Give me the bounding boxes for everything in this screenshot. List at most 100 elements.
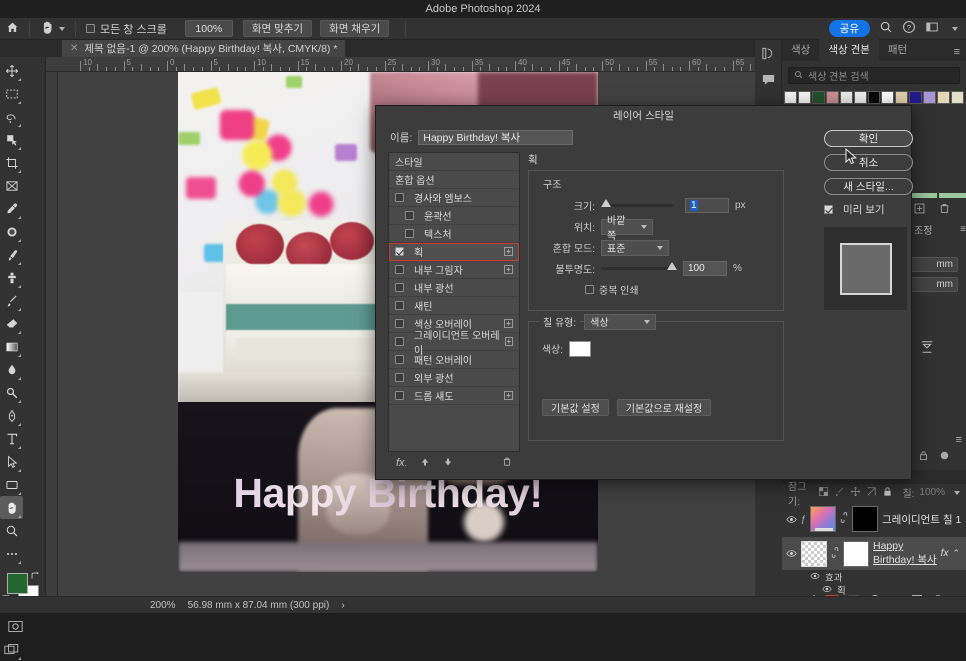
edit-toolbar-icon[interactable] — [0, 542, 23, 565]
fill-screen-button[interactable]: 화면 채우기 — [320, 20, 390, 37]
overprint-checkbox[interactable] — [585, 285, 594, 294]
effects-list[interactable]: 스타일 혼합 옵션 경사와 엠보스 윤곽선 텍스처 획 + 내부 그림자 + 내부 광선 새틴 색상 … — [388, 152, 520, 452]
new-style-button[interactable]: 새 스타일... — [824, 178, 913, 195]
effect-list-item[interactable]: 내부 그림자 + — [389, 261, 519, 279]
lasso-tool-icon[interactable] — [0, 105, 23, 128]
scroll-all-windows-checkbox[interactable]: 모든 창 스크롤 — [80, 18, 173, 40]
zoom-level-input[interactable]: 100% — [184, 20, 233, 37]
eye-icon[interactable] — [810, 571, 821, 582]
eyedropper-tool-icon[interactable] — [0, 197, 23, 220]
crop-tool-icon[interactable] — [0, 151, 23, 174]
move-down-icon[interactable] — [443, 457, 453, 470]
effect-checkbox[interactable] — [405, 211, 414, 220]
size-input[interactable]: 1 — [685, 198, 729, 213]
pen-tool-icon[interactable] — [0, 404, 23, 427]
layer-thumbnail[interactable] — [801, 540, 827, 567]
chevron-up-icon[interactable]: ⌃ — [952, 548, 962, 559]
panel-menu-icon[interactable]: ≡ — [948, 43, 966, 61]
effect-checkbox[interactable] — [395, 337, 404, 346]
layer-mask-thumbnail[interactable] — [852, 506, 879, 532]
help-icon[interactable]: ? — [902, 20, 916, 37]
effect-checkbox[interactable] — [395, 247, 404, 256]
lock-artboard-icon[interactable] — [866, 486, 877, 500]
share-button[interactable]: 공유 — [828, 20, 870, 37]
size-slider[interactable] — [601, 199, 673, 207]
swap-colors-icon[interactable] — [30, 571, 41, 584]
close-icon[interactable]: ✕ — [70, 43, 78, 54]
foreground-color-chip[interactable] — [7, 573, 28, 594]
effect-list-item[interactable]: 내부 광선 — [389, 279, 519, 297]
gradient-tool-icon[interactable] — [0, 335, 23, 358]
layer-effects-row[interactable]: 효과 — [782, 570, 966, 584]
color-swatch[interactable] — [839, 91, 853, 104]
position-select[interactable]: 바깥쪽 — [601, 216, 653, 242]
blend-mode-select[interactable]: 표준 — [601, 239, 669, 256]
layer-style-dialog[interactable]: 레이어 스타일 이름: Happy Birthday! 복사 스타일 혼합 옵션 경… — [375, 105, 913, 480]
effect-list-item[interactable]: 획 + — [389, 243, 519, 261]
history-brush-tool-icon[interactable] — [0, 289, 23, 312]
lock-image-icon[interactable] — [834, 486, 845, 500]
panel-menu-icon[interactable]: ≡ — [960, 224, 966, 235]
color-swatch[interactable] — [895, 91, 909, 104]
lock-icon[interactable] — [918, 450, 929, 464]
marquee-tool-icon[interactable] — [0, 82, 23, 105]
distribute-icon[interactable] — [920, 340, 934, 357]
eye-icon[interactable] — [786, 514, 797, 525]
delete-icon[interactable] — [939, 203, 950, 217]
effect-checkbox[interactable] — [395, 355, 404, 364]
preview-row[interactable]: 미리 보기 — [824, 202, 913, 217]
blur-tool-icon[interactable] — [0, 358, 23, 381]
color-swatch[interactable] — [797, 91, 811, 104]
effect-checkbox[interactable] — [395, 391, 404, 400]
chevron-down-icon[interactable] — [952, 26, 958, 31]
layer-mask-thumbnail[interactable] — [843, 540, 869, 567]
fx-icon[interactable]: fx. — [396, 457, 407, 469]
shape-tool-icon[interactable] — [0, 473, 23, 496]
effect-list-item[interactable]: 경사와 엠보스 — [389, 189, 519, 207]
frame-tool-icon[interactable] — [0, 174, 23, 197]
fx-icon[interactable]: fx — [941, 548, 949, 559]
color-swatch[interactable] — [909, 91, 923, 104]
link-icon[interactable] — [840, 512, 848, 526]
zoom-tool-icon[interactable] — [0, 519, 23, 542]
dodge-tool-icon[interactable] — [0, 381, 23, 404]
healing-brush-tool-icon[interactable] — [0, 220, 23, 243]
path-selection-tool-icon[interactable] — [0, 450, 23, 473]
overprint-row[interactable]: 중복 인쇄 — [537, 281, 775, 298]
panel-menu-icon[interactable]: ≡ — [956, 434, 962, 446]
ok-button[interactable]: 확인 — [824, 130, 913, 147]
effect-list-item[interactable]: 윤곽선 — [389, 207, 519, 225]
effect-list-item[interactable]: 텍스처 — [389, 225, 519, 243]
layer-row-happy-birthday[interactable]: Happy Birthday! 복사 fx ⌃ — [782, 537, 966, 570]
swatch-grid[interactable] — [782, 84, 966, 104]
home-button[interactable] — [0, 18, 25, 40]
fill-type-select[interactable]: 색상 — [584, 313, 657, 330]
color-swatch[interactable] — [867, 91, 881, 104]
color-swatch[interactable] — [853, 91, 867, 104]
effect-list-header[interactable]: 스타일 — [389, 153, 519, 171]
effect-checkbox[interactable] — [395, 283, 404, 292]
set-default-button[interactable]: 기본값 설정 — [542, 399, 609, 416]
object-select-tool-icon[interactable] — [0, 128, 23, 151]
workspace-icon[interactable] — [925, 20, 939, 37]
tab-patterns[interactable]: 패턴 — [879, 39, 916, 61]
effect-list-header[interactable]: 혼합 옵션 — [389, 171, 519, 189]
eraser-tool-icon[interactable] — [0, 312, 23, 335]
style-name-input[interactable]: Happy Birthday! 복사 — [418, 130, 574, 145]
cancel-button[interactable]: 취소 — [824, 154, 913, 171]
comments-icon[interactable] — [755, 66, 782, 92]
adjustment-icon[interactable] — [939, 450, 950, 464]
link-icon[interactable] — [831, 546, 839, 561]
color-swatch[interactable] — [881, 91, 895, 104]
add-effect-icon[interactable]: + — [504, 247, 513, 256]
opacity-slider[interactable] — [601, 262, 677, 270]
move-up-icon[interactable] — [420, 457, 430, 470]
fit-screen-button[interactable]: 화면 맞추기 — [242, 20, 313, 37]
effect-checkbox[interactable] — [405, 229, 414, 238]
stroke-color-swatch[interactable] — [569, 340, 591, 357]
fill-value[interactable]: 100% — [919, 487, 945, 498]
brush-tool-icon[interactable] — [0, 243, 23, 266]
color-swatch[interactable] — [923, 91, 937, 104]
type-tool-icon[interactable] — [0, 427, 23, 450]
layer-row-gradient-fill[interactable]: ƒ 그레이디언트 칠 1 — [782, 501, 966, 537]
